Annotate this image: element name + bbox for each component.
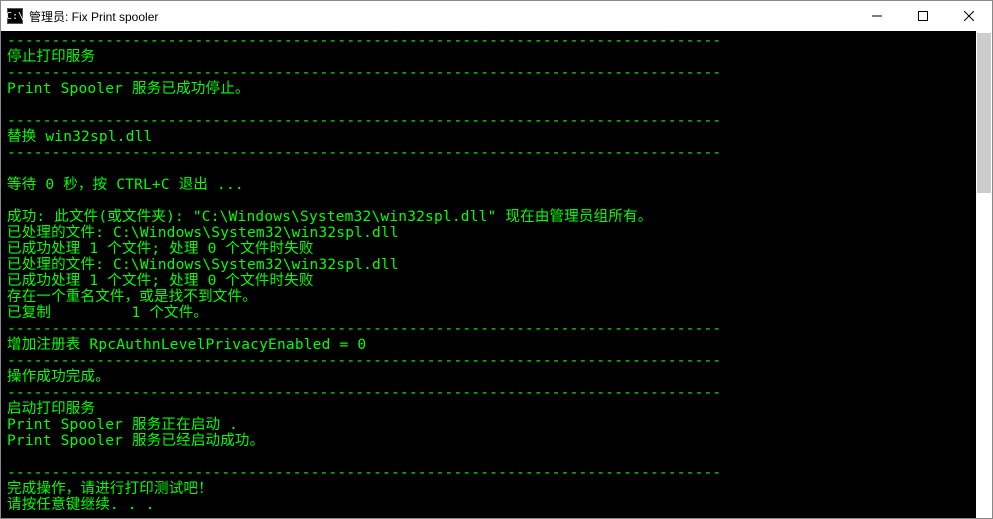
scrollbar-thumb[interactable] [977,33,991,193]
window-title: 管理员: Fix Print spooler [29,8,158,25]
app-icon: C:\ [7,8,23,24]
vertical-scrollbar[interactable] [976,31,992,518]
titlebar-controls [854,1,992,31]
console-area: ----------------------------------------… [1,31,992,518]
titlebar: C:\ 管理员: Fix Print spooler [1,1,992,31]
close-button[interactable] [946,1,992,31]
maximize-icon [918,11,928,21]
minimize-button[interactable] [854,1,900,31]
maximize-button[interactable] [900,1,946,31]
minimize-icon [872,11,882,21]
terminal-window: C:\ 管理员: Fix Print spooler -------------… [0,0,993,519]
console-output[interactable]: ----------------------------------------… [1,31,976,518]
close-icon [964,11,974,21]
